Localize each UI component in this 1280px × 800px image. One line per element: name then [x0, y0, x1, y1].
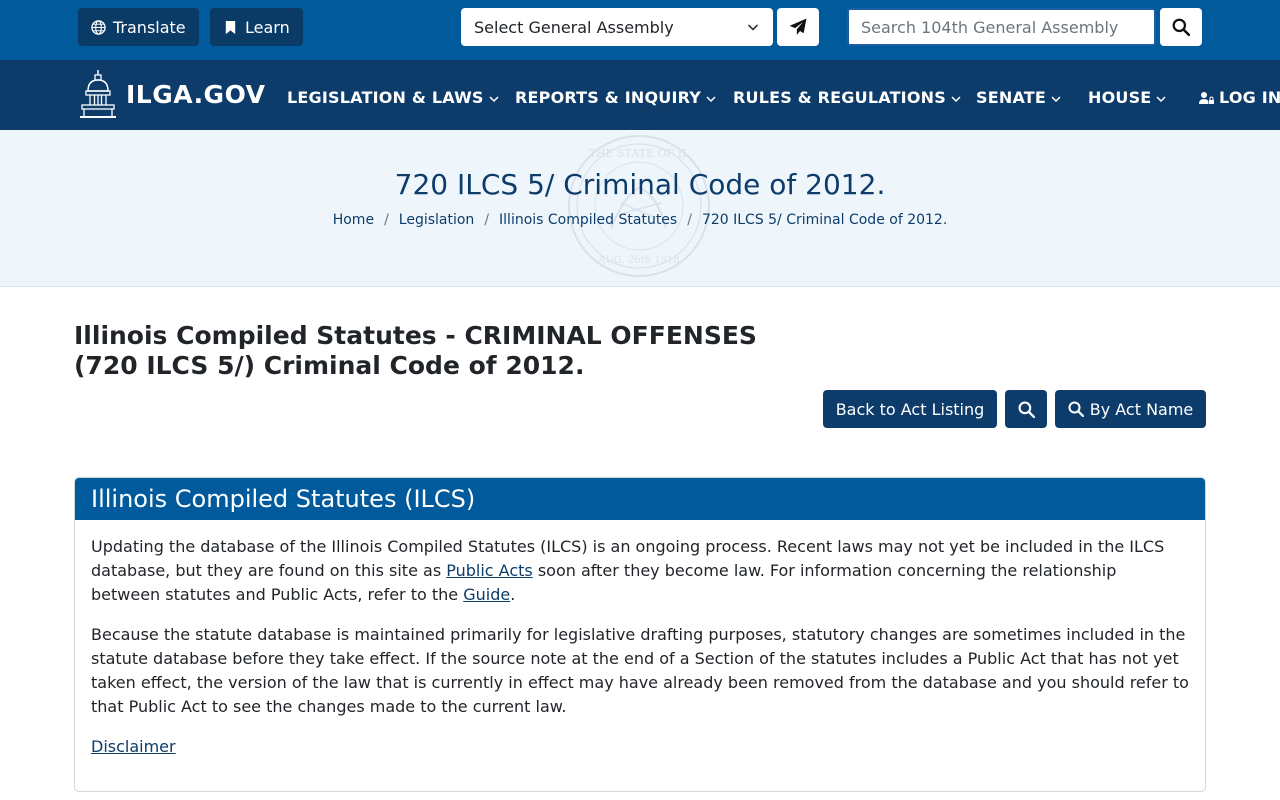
ga-select-value: Select General Assembly: [474, 17, 674, 37]
search-icon: [1068, 401, 1084, 417]
breadcrumb-ilcs[interactable]: Illinois Compiled Statutes: [499, 212, 677, 228]
nav-rules-regulations[interactable]: RULES & REGULATIONS: [733, 88, 961, 107]
card-paragraph-1: Updating the database of the Illinois Co…: [91, 535, 1189, 607]
nav-item-label: REPORTS & INQUIRY: [515, 88, 702, 107]
by-act-name-button[interactable]: By Act Name: [1055, 390, 1206, 428]
translate-button[interactable]: Translate: [78, 8, 199, 46]
nav-item-label: SENATE: [976, 88, 1047, 107]
breadcrumb: Home / Legislation / Illinois Compiled S…: [0, 212, 1280, 228]
login-label: LOG IN: [1219, 88, 1280, 107]
site-logo[interactable]: ILGA.GOV: [80, 69, 266, 119]
nav-house[interactable]: HOUSE: [1088, 88, 1166, 107]
search-button[interactable]: [1160, 8, 1202, 46]
translate-label: Translate: [113, 17, 186, 37]
card-paragraph-3: Disclaimer: [91, 735, 1189, 759]
nav-item-label: RULES & REGULATIONS: [733, 88, 946, 107]
seal-top-text: THE STATE OF IL: [589, 147, 690, 160]
chevron-down-icon: [706, 95, 716, 102]
search-icon: [1172, 18, 1190, 36]
chevron-down-icon: [747, 24, 759, 31]
nav-senate[interactable]: SENATE: [976, 88, 1061, 107]
chevron-down-icon: [951, 95, 961, 102]
globe-icon: [91, 19, 106, 35]
main-navigation: ILGA.GOV LEGISLATION & LAWS REPORTS & IN…: [0, 60, 1280, 130]
logo-text: ILGA.GOV: [126, 79, 266, 109]
p1-text-c: .: [510, 585, 516, 604]
utility-bar: Translate Learn Select General Assembly: [0, 0, 1280, 60]
chevron-down-icon: [1156, 95, 1166, 102]
ilcs-info-card: Illinois Compiled Statutes (ILCS) Updati…: [74, 477, 1206, 792]
disclaimer-link[interactable]: Disclaimer: [91, 737, 176, 756]
learn-button[interactable]: Learn: [210, 8, 303, 46]
breadcrumb-separator: /: [484, 212, 490, 228]
chevron-down-icon: [1051, 95, 1061, 102]
paper-plane-icon: [789, 18, 807, 35]
page-title: 720 ILCS 5/ Criminal Code of 2012.: [394, 168, 886, 201]
nav-item-label: HOUSE: [1088, 88, 1152, 107]
breadcrumb-legislation[interactable]: Legislation: [399, 212, 475, 228]
back-label: Back to Act Listing: [835, 399, 985, 419]
page-hero: THE STATE OF IL AUG. 26th 1818 720 ILCS …: [0, 130, 1280, 287]
back-to-act-listing-button[interactable]: Back to Act Listing: [823, 390, 997, 428]
card-paragraph-2: Because the statute database is maintain…: [91, 625, 1189, 716]
breadcrumb-current: 720 ILCS 5/ Criminal Code of 2012.: [701, 212, 948, 228]
state-seal-watermark: THE STATE OF IL AUG. 26th 1818: [568, 135, 710, 277]
card-body: Updating the database of the Illinois Co…: [75, 520, 1205, 759]
act-heading-line2: (720 ILCS 5/) Criminal Code of 2012.: [74, 351, 585, 380]
search-icon: [1018, 401, 1035, 418]
guide-link[interactable]: Guide: [463, 585, 510, 604]
nav-item-label: LEGISLATION & LAWS: [287, 88, 484, 107]
learn-label: Learn: [245, 17, 290, 37]
public-acts-link[interactable]: Public Acts: [446, 561, 533, 580]
nav-legislation-laws[interactable]: LEGISLATION & LAWS: [287, 88, 499, 107]
general-assembly-select[interactable]: Select General Assembly: [461, 8, 773, 46]
chevron-down-icon: [489, 95, 499, 102]
breadcrumb-home[interactable]: Home: [333, 212, 374, 228]
card-title: Illinois Compiled Statutes (ILCS): [75, 478, 1205, 520]
breadcrumb-separator: /: [687, 212, 692, 228]
act-heading-line1: Illinois Compiled Statutes - CRIMINAL OF…: [74, 321, 757, 350]
act-heading: Illinois Compiled Statutes - CRIMINAL OF…: [74, 321, 757, 381]
by-act-name-label: By Act Name: [1089, 399, 1194, 419]
go-button[interactable]: [777, 8, 819, 46]
nav-log-in[interactable]: LOG IN: [1199, 88, 1280, 107]
search-input[interactable]: [847, 8, 1156, 46]
bookmark-icon: [225, 20, 236, 34]
user-lock-icon: [1199, 91, 1214, 104]
search-act-button[interactable]: [1005, 390, 1047, 428]
nav-reports-inquiry[interactable]: REPORTS & INQUIRY: [515, 88, 716, 107]
breadcrumb-separator: /: [384, 212, 389, 228]
seal-bottom-text: AUG. 26th 1818: [597, 255, 679, 266]
capitol-dome-icon: [80, 70, 116, 118]
